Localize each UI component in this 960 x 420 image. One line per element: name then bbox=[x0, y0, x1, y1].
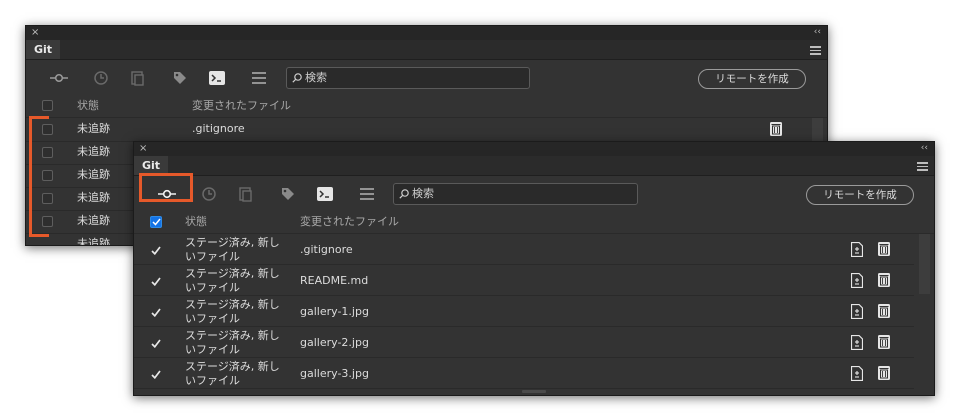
trash-icon[interactable] bbox=[877, 334, 891, 350]
row-status: 未追跡 bbox=[77, 145, 110, 158]
diff-file-icon[interactable] bbox=[850, 334, 864, 350]
menu-icon[interactable] bbox=[248, 68, 270, 88]
scrollbar[interactable] bbox=[919, 234, 930, 294]
select-all-checkbox[interactable] bbox=[150, 216, 162, 228]
close-icon[interactable]: × bbox=[31, 26, 39, 40]
row-status-line2: いファイル bbox=[185, 312, 240, 325]
row-status-line1: ステージ済み, 新し bbox=[185, 267, 280, 280]
trash-icon[interactable] bbox=[877, 272, 891, 288]
panel-menu-icon[interactable] bbox=[917, 162, 928, 173]
create-remote-button[interactable]: リモートを作成 bbox=[698, 69, 806, 89]
create-remote-button[interactable]: リモートを作成 bbox=[806, 185, 914, 205]
row-filename: gallery-3.jpg bbox=[300, 367, 369, 380]
stash-icon[interactable] bbox=[127, 68, 149, 88]
diff-file-icon[interactable] bbox=[850, 241, 864, 257]
history-icon[interactable] bbox=[90, 68, 112, 88]
row-status-line1: ステージ済み, 新し bbox=[185, 298, 280, 311]
row-status-line1: ステージ済み, 新し bbox=[185, 329, 280, 342]
tag-icon[interactable] bbox=[277, 184, 299, 204]
diff-file-icon[interactable] bbox=[850, 303, 864, 319]
trash-icon[interactable] bbox=[877, 303, 891, 319]
header-status: 状態 bbox=[185, 215, 207, 228]
git-panel-front: × ‹‹ Git 検索 リモートを作成 状態 変更されたファイル ステージ済み,… bbox=[133, 141, 935, 396]
panel-tab-row: Git bbox=[134, 156, 934, 176]
terminal-icon[interactable] bbox=[206, 68, 228, 88]
stash-icon[interactable] bbox=[235, 184, 257, 204]
toolbar: 検索 リモートを作成 bbox=[134, 176, 934, 212]
row-filename: gallery-2.jpg bbox=[300, 336, 369, 349]
row-filename: .gitignore bbox=[300, 243, 353, 256]
row-checkbox[interactable] bbox=[150, 275, 162, 287]
row-status: 未追跡 bbox=[77, 122, 110, 135]
tag-icon[interactable] bbox=[169, 68, 191, 88]
table-row[interactable]: ステージ済み, 新し いファイル README.md bbox=[134, 265, 914, 296]
diff-file-icon[interactable] bbox=[850, 272, 864, 288]
panel-menu-icon[interactable] bbox=[810, 46, 821, 57]
table-row[interactable]: 未追跡 .gitignore bbox=[26, 118, 806, 141]
panel-tab-row: Git bbox=[26, 40, 827, 60]
header-files: 変更されたファイル bbox=[300, 215, 399, 228]
table-header: 状態 変更されたファイル bbox=[134, 211, 934, 233]
panel-titlebar: × ‹‹ bbox=[134, 142, 934, 156]
header-files: 変更されたファイル bbox=[192, 99, 291, 112]
highlight-box bbox=[139, 173, 193, 202]
row-status-line2: いファイル bbox=[185, 281, 240, 294]
row-status-line1: ステージ済み, 新し bbox=[185, 236, 280, 249]
row-status: 未追跡 bbox=[77, 168, 110, 181]
panel-titlebar: × ‹‹ bbox=[26, 26, 827, 40]
terminal-icon[interactable] bbox=[314, 184, 336, 204]
resize-grip[interactable] bbox=[522, 390, 546, 393]
row-status-line1: ステージ済み, 新し bbox=[185, 360, 280, 373]
row-checkbox[interactable] bbox=[150, 244, 162, 256]
header-status: 状態 bbox=[77, 99, 99, 112]
search-placeholder: 検索 bbox=[412, 187, 434, 200]
menu-icon[interactable] bbox=[356, 184, 378, 204]
select-all-checkbox[interactable] bbox=[42, 100, 53, 111]
diff-file-icon[interactable] bbox=[850, 365, 864, 381]
search-icon bbox=[399, 189, 409, 199]
search-input[interactable]: 検索 bbox=[393, 183, 638, 205]
row-status-line2: いファイル bbox=[185, 343, 240, 356]
row-checkbox[interactable] bbox=[150, 306, 162, 318]
trash-icon[interactable] bbox=[877, 365, 891, 381]
row-checkbox[interactable] bbox=[150, 337, 162, 349]
row-status: 未追跡 bbox=[77, 237, 110, 245]
row-filename: .gitignore bbox=[192, 122, 245, 135]
collapse-icon[interactable]: ‹‹ bbox=[921, 142, 928, 155]
table-row[interactable]: ステージ済み, 新し いファイル gallery-2.jpg bbox=[134, 327, 914, 358]
row-status: 未追跡 bbox=[77, 214, 110, 227]
trash-icon[interactable] bbox=[769, 121, 783, 137]
row-status-line2: いファイル bbox=[185, 374, 240, 387]
toolbar: 検索 リモートを作成 bbox=[26, 60, 827, 96]
table-row[interactable]: ステージ済み, 新し いファイル .gitignore bbox=[134, 234, 914, 265]
table-row[interactable]: ステージ済み, 新し いファイル gallery-1.jpg bbox=[134, 296, 914, 327]
search-icon bbox=[292, 73, 302, 83]
row-filename: README.md bbox=[300, 274, 369, 287]
history-icon[interactable] bbox=[198, 184, 220, 204]
table-row[interactable]: ステージ済み, 新し いファイル gallery-3.jpg bbox=[134, 358, 914, 389]
collapse-icon[interactable]: ‹‹ bbox=[814, 26, 821, 39]
row-status-line2: いファイル bbox=[185, 250, 240, 263]
commit-icon[interactable] bbox=[48, 68, 70, 88]
search-placeholder: 検索 bbox=[305, 71, 327, 84]
search-input[interactable]: 検索 bbox=[286, 67, 530, 89]
close-icon[interactable]: × bbox=[139, 142, 147, 156]
row-filename: gallery-1.jpg bbox=[300, 305, 369, 318]
row-checkbox[interactable] bbox=[150, 368, 162, 380]
row-status: 未追跡 bbox=[77, 191, 110, 204]
table-header: 状態 変更されたファイル bbox=[26, 95, 827, 117]
tab-git[interactable]: Git bbox=[26, 40, 61, 59]
highlight-bracket bbox=[29, 116, 49, 237]
trash-icon[interactable] bbox=[877, 241, 891, 257]
